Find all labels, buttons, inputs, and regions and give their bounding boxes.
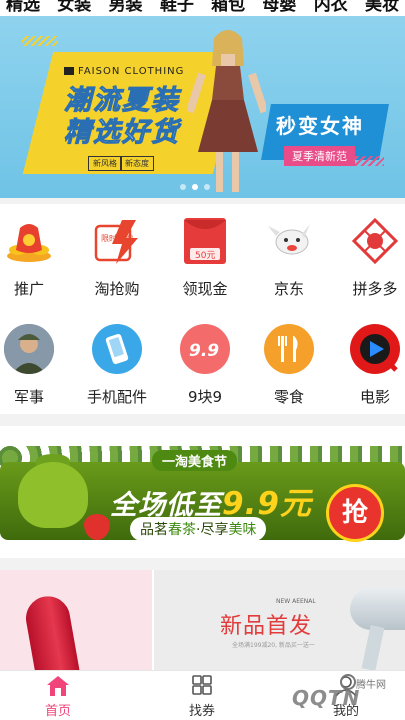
top-tab[interactable]: 鞋子 bbox=[160, 0, 194, 15]
category-nine-nine[interactable]: 9.9 9块9 bbox=[170, 318, 240, 408]
nine-nine-icon: 9.9 bbox=[180, 324, 230, 374]
lipstick-tile[interactable] bbox=[0, 570, 152, 670]
tile-eng-text: NEW AEENAL bbox=[276, 598, 316, 605]
brand-logo-icon bbox=[64, 67, 74, 75]
banner-title-line2: 精选好货 bbox=[64, 117, 180, 149]
promo-banner[interactable]: 一淘美食节 全场低至9.9元 品茗春茶·尽享美味 抢 bbox=[0, 426, 405, 558]
tab-coupons[interactable]: 找券 bbox=[152, 671, 252, 720]
category-military[interactable]: 军事 bbox=[0, 318, 64, 408]
category-movies[interactable]: 电影 bbox=[340, 318, 405, 408]
svg-text:50元: 50元 bbox=[195, 251, 215, 261]
carousel-dot[interactable] bbox=[204, 184, 210, 190]
carousel-dot[interactable] bbox=[180, 184, 186, 190]
category-label: 手机配件 bbox=[86, 388, 147, 406]
decorative-zigzag bbox=[352, 156, 384, 166]
category-label: 推广 bbox=[13, 280, 44, 298]
promo-festival-title: 一淘美食节 bbox=[152, 450, 238, 471]
category-label: 电影 bbox=[359, 388, 390, 406]
banner-goddess-text: 秒变女神 bbox=[276, 114, 364, 138]
svg-text:9.9: 9.9 bbox=[189, 341, 219, 361]
money-bag-icon bbox=[4, 216, 54, 266]
category-label: 军事 bbox=[13, 388, 44, 406]
phone-accessory-icon bbox=[92, 324, 142, 374]
banner-tag: 新风格 bbox=[88, 156, 122, 171]
jd-dog-icon bbox=[264, 216, 314, 266]
category-phone-accessories[interactable]: 手机配件 bbox=[82, 318, 152, 408]
category-promote[interactable]: 推广 bbox=[0, 210, 64, 300]
top-category-strip: 精选 女装 男装 鞋子 箱包 母婴 内衣 美妆 bbox=[0, 0, 405, 16]
category-label: 领现金 bbox=[182, 280, 228, 298]
teapot-image bbox=[18, 462, 88, 528]
model-image bbox=[188, 30, 266, 192]
top-tab[interactable]: 母婴 bbox=[262, 0, 296, 15]
top-tab[interactable]: 内衣 bbox=[314, 0, 348, 15]
category-label: 淘抢购 bbox=[94, 280, 140, 298]
banner-summer-text: 夏季清新范 bbox=[284, 146, 355, 166]
top-tab[interactable]: 美妆 bbox=[365, 0, 399, 15]
top-tab[interactable]: 箱包 bbox=[211, 0, 245, 15]
banner-tag: 新态度 bbox=[120, 156, 154, 171]
hair-dryer-image bbox=[350, 588, 405, 630]
fork-knife-icon bbox=[264, 324, 314, 374]
tab-home[interactable]: 首页 bbox=[8, 671, 108, 720]
grid-icon bbox=[189, 674, 215, 698]
home-icon bbox=[45, 674, 71, 698]
category-label: 9块9 bbox=[187, 388, 223, 406]
tile-promo-line: 全场满199减20, 新品买一送一 bbox=[232, 642, 315, 649]
flash-sale-icon: 限时抢购 bbox=[92, 216, 142, 266]
soldier-icon bbox=[4, 324, 54, 374]
hair-dryer-handle bbox=[361, 625, 385, 670]
svg-text:限时抢购: 限时抢购 bbox=[101, 233, 133, 243]
category-cash[interactable]: 50元 领现金 bbox=[170, 210, 240, 300]
pinduoduo-icon bbox=[350, 216, 400, 266]
top-tab[interactable]: 男装 bbox=[109, 0, 143, 15]
red-envelope-icon: 50元 bbox=[180, 216, 230, 266]
watermark-site: 腾牛网 bbox=[356, 680, 386, 691]
lipstick-image bbox=[22, 592, 82, 670]
category-label: 京东 bbox=[273, 280, 304, 298]
carousel-dot-active[interactable] bbox=[192, 184, 198, 190]
carousel-indicator bbox=[180, 184, 210, 190]
new-release-tile[interactable]: NEW AEENAL 新品首发 全场满199减20, 新品买一送一 bbox=[154, 570, 405, 670]
tab-label: 找券 bbox=[188, 704, 215, 719]
grab-button[interactable]: 抢 bbox=[326, 484, 384, 542]
category-pinduoduo[interactable]: 拼多多 bbox=[340, 210, 405, 300]
category-snacks[interactable]: 零食 bbox=[254, 318, 324, 408]
category-label: 拼多多 bbox=[352, 280, 398, 298]
top-tab[interactable]: 精选 bbox=[6, 0, 40, 15]
product-tiles: NEW AEENAL 新品首发 全场满199减20, 新品买一送一 bbox=[0, 570, 405, 670]
watermark-logo-icon bbox=[340, 674, 356, 690]
category-flash-sale[interactable]: 限时抢购 淘抢购 bbox=[82, 210, 152, 300]
category-jd[interactable]: 京东 bbox=[254, 210, 324, 300]
tile-title: 新品首发 bbox=[220, 614, 313, 639]
category-label: 零食 bbox=[273, 388, 304, 406]
tab-label: 首页 bbox=[44, 704, 71, 719]
promo-subtitle: 品茗春茶·尽享美味 bbox=[130, 517, 267, 541]
category-grid: 推广 限时抢购 淘抢购 50元 领现金 京东 拼多多 军事 手机配件 9.9 9… bbox=[0, 204, 405, 414]
hero-banner[interactable]: FAISON CLOTHING 潮流夏装 精选好货 新风格 新态度 秒变女神 夏… bbox=[0, 16, 405, 198]
decorative-zigzag bbox=[22, 36, 58, 46]
banner-brand: FAISON CLOTHING bbox=[64, 66, 184, 77]
movie-play-icon bbox=[350, 324, 400, 374]
top-tab[interactable]: 女装 bbox=[57, 0, 91, 15]
